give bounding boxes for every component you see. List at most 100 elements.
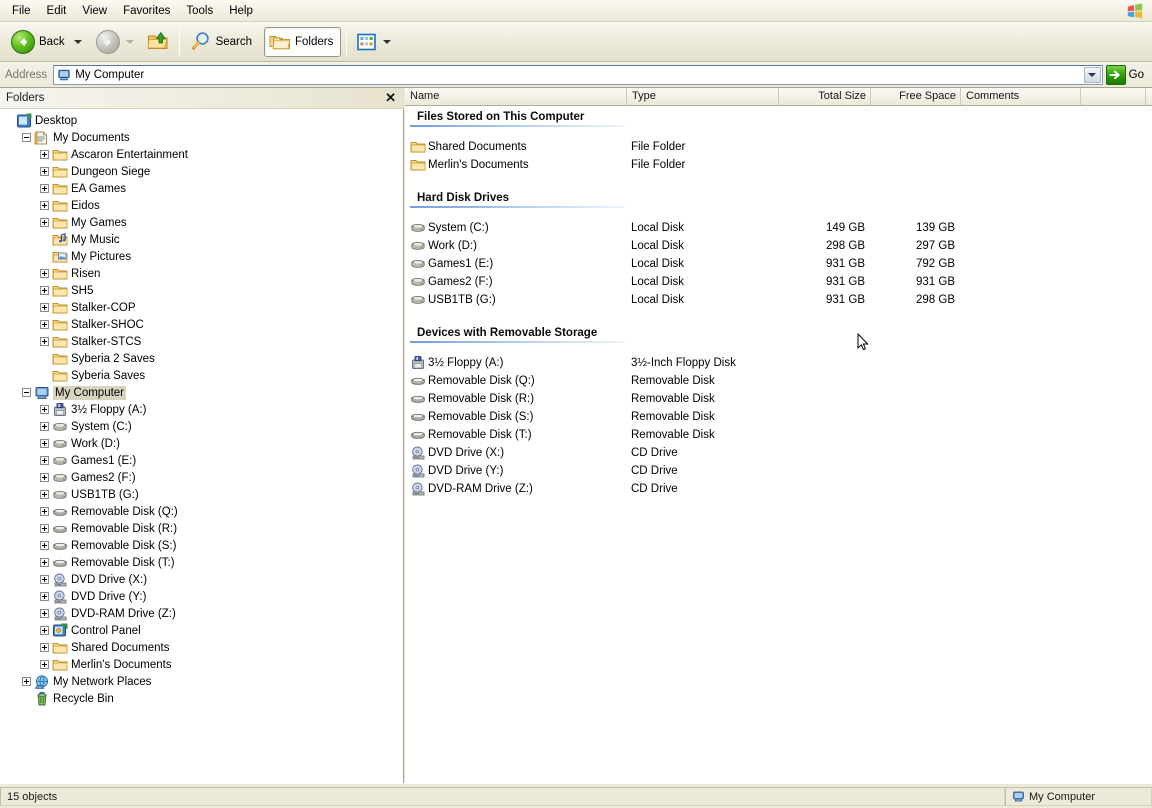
tree-expand-icon[interactable]	[40, 575, 49, 584]
folder-tree[interactable]: Desktop My Documents Ascaron Entertainment…	[0, 109, 403, 783]
tree-expand-icon[interactable]	[40, 218, 49, 227]
tree-item-control-panel[interactable]: Control Panel	[0, 622, 403, 639]
tree-item-syberia-saves[interactable]: Syberia Saves	[0, 367, 403, 384]
tree-item-my-computer[interactable]: My Computer	[0, 384, 403, 401]
tree-expand-icon[interactable]	[40, 558, 49, 567]
close-icon[interactable]: ✕	[383, 91, 398, 104]
file-list-body[interactable]: Files Stored on This Computer Shared Docu…	[405, 106, 1152, 783]
tree-item-ea-games[interactable]: EA Games	[0, 180, 403, 197]
tree-item-games2-f[interactable]: Games2 (F:)	[0, 469, 403, 486]
tree-item-sh5[interactable]: SH5	[0, 282, 403, 299]
list-item[interactable]: Games1 (E:) Local Disk 931 GB 792 GB	[405, 255, 1152, 273]
menu-item-edit[interactable]: Edit	[39, 1, 75, 21]
views-dropdown-icon[interactable]	[383, 39, 392, 44]
tree-item-eidos[interactable]: Eidos	[0, 197, 403, 214]
tree-item-removable-disk-t[interactable]: Removable Disk (T:)	[0, 554, 403, 571]
tree-item-desktop[interactable]: Desktop	[0, 112, 403, 129]
tree-item-merlin-s-documents[interactable]: Merlin's Documents	[0, 656, 403, 673]
tree-expand-icon[interactable]	[40, 490, 49, 499]
list-item[interactable]: DVD Drive (Y:) CD Drive	[405, 462, 1152, 480]
column-header-name[interactable]: Name	[405, 88, 627, 105]
list-item[interactable]: DVD-RAM Drive (Z:) CD Drive	[405, 480, 1152, 498]
tree-expand-icon[interactable]	[40, 592, 49, 601]
tree-expand-icon[interactable]	[40, 320, 49, 329]
tree-item-recycle-bin[interactable]: Recycle Bin	[0, 690, 403, 707]
tree-item-system-c[interactable]: System (C:)	[0, 418, 403, 435]
list-item[interactable]: Removable Disk (T:) Removable Disk	[405, 426, 1152, 444]
tree-expand-icon[interactable]	[40, 184, 49, 193]
folders-button[interactable]: Folders	[264, 26, 342, 57]
list-item[interactable]: Removable Disk (R:) Removable Disk	[405, 390, 1152, 408]
tree-expand-icon[interactable]	[22, 677, 31, 686]
tree-expand-icon[interactable]	[40, 269, 49, 278]
list-item[interactable]: Removable Disk (Q:) Removable Disk	[405, 372, 1152, 390]
list-item[interactable]: Games2 (F:) Local Disk 931 GB 931 GB	[405, 273, 1152, 291]
tree-item-my-network-places[interactable]: My Network Places	[0, 673, 403, 690]
tree-expand-icon[interactable]	[40, 405, 49, 414]
tree-expand-icon[interactable]	[40, 150, 49, 159]
tree-expand-icon[interactable]	[40, 473, 49, 482]
address-dropdown-button[interactable]	[1083, 66, 1101, 83]
menu-item-help[interactable]: Help	[221, 1, 261, 21]
tree-expand-icon[interactable]	[40, 456, 49, 465]
tree-expand-icon[interactable]	[40, 609, 49, 618]
tree-item-syberia-2-saves[interactable]: Syberia 2 Saves	[0, 350, 403, 367]
tree-expand-icon[interactable]	[40, 643, 49, 652]
tree-item-usb1tb-g[interactable]: USB1TB (G:)	[0, 486, 403, 503]
tree-expand-icon[interactable]	[40, 167, 49, 176]
list-item[interactable]: System (C:) Local Disk 149 GB 139 GB	[405, 219, 1152, 237]
tree-item-dvd-drive-y[interactable]: DVD Drive (Y:)	[0, 588, 403, 605]
tree-expand-icon[interactable]	[40, 541, 49, 550]
tree-item-shared-documents[interactable]: Shared Documents	[0, 639, 403, 656]
menu-item-file[interactable]: File	[4, 1, 39, 21]
list-item[interactable]: Merlin's Documents File Folder	[405, 156, 1152, 174]
tree-collapse-icon[interactable]	[22, 388, 31, 397]
column-header-type[interactable]: Type	[627, 88, 779, 105]
tree-item-my-pictures[interactable]: My Pictures	[0, 248, 403, 265]
back-button[interactable]: Back	[6, 27, 87, 57]
menu-item-favorites[interactable]: Favorites	[115, 1, 178, 21]
list-item[interactable]: Removable Disk (S:) Removable Disk	[405, 408, 1152, 426]
views-button[interactable]	[352, 27, 396, 57]
tree-item-my-music[interactable]: My Music	[0, 231, 403, 248]
tree-expand-icon[interactable]	[40, 626, 49, 635]
tree-item-risen[interactable]: Risen	[0, 265, 403, 282]
tree-item-stalker-shoc[interactable]: Stalker-SHOC	[0, 316, 403, 333]
tree-item-dvd-drive-x[interactable]: DVD Drive (X:)	[0, 571, 403, 588]
column-header-total-size[interactable]: Total Size	[779, 88, 871, 105]
menu-item-tools[interactable]: Tools	[178, 1, 221, 21]
tree-expand-icon[interactable]	[40, 337, 49, 346]
tree-expand-icon[interactable]	[40, 303, 49, 312]
back-dropdown-icon[interactable]	[73, 39, 82, 44]
tree-collapse-icon[interactable]	[22, 133, 31, 142]
column-header-free-space[interactable]: Free Space	[871, 88, 961, 105]
tree-item-dungeon-siege[interactable]: Dungeon Siege	[0, 163, 403, 180]
up-button[interactable]	[142, 27, 174, 57]
list-item[interactable]: USB1TB (G:) Local Disk 931 GB 298 GB	[405, 291, 1152, 309]
tree-item-games1-e[interactable]: Games1 (E:)	[0, 452, 403, 469]
list-item[interactable]: DVD Drive (X:) CD Drive	[405, 444, 1152, 462]
tree-item-stalker-cop[interactable]: Stalker-COP	[0, 299, 403, 316]
list-item[interactable]: Work (D:) Local Disk 298 GB 297 GB	[405, 237, 1152, 255]
tree-item-removable-disk-r[interactable]: Removable Disk (R:)	[0, 520, 403, 537]
tree-item-ascaron-entertainment[interactable]: Ascaron Entertainment	[0, 146, 403, 163]
tree-expand-icon[interactable]	[40, 507, 49, 516]
tree-expand-icon[interactable]	[40, 286, 49, 295]
tree-item-work-d[interactable]: Work (D:)	[0, 435, 403, 452]
tree-item-my-games[interactable]: My Games	[0, 214, 403, 231]
tree-item-dvd-ram-drive-z[interactable]: DVD-RAM Drive (Z:)	[0, 605, 403, 622]
column-header-blank[interactable]	[1081, 88, 1146, 105]
tree-expand-icon[interactable]	[40, 439, 49, 448]
list-item[interactable]: Shared Documents File Folder	[405, 138, 1152, 156]
tree-item-removable-disk-q[interactable]: Removable Disk (Q:)	[0, 503, 403, 520]
address-input[interactable]: My Computer	[53, 64, 1103, 85]
tree-expand-icon[interactable]	[40, 660, 49, 669]
go-button[interactable]: Go	[1105, 64, 1152, 85]
menu-item-view[interactable]: View	[74, 1, 115, 21]
column-header-comments[interactable]: Comments	[961, 88, 1081, 105]
search-button[interactable]: Search	[185, 27, 260, 57]
tree-item-removable-disk-s[interactable]: Removable Disk (S:)	[0, 537, 403, 554]
list-item[interactable]: 3½ Floppy (A:) 3½-Inch Floppy Disk	[405, 354, 1152, 372]
tree-item-stalker-stcs[interactable]: Stalker-STCS	[0, 333, 403, 350]
tree-item-my-documents[interactable]: My Documents	[0, 129, 403, 146]
